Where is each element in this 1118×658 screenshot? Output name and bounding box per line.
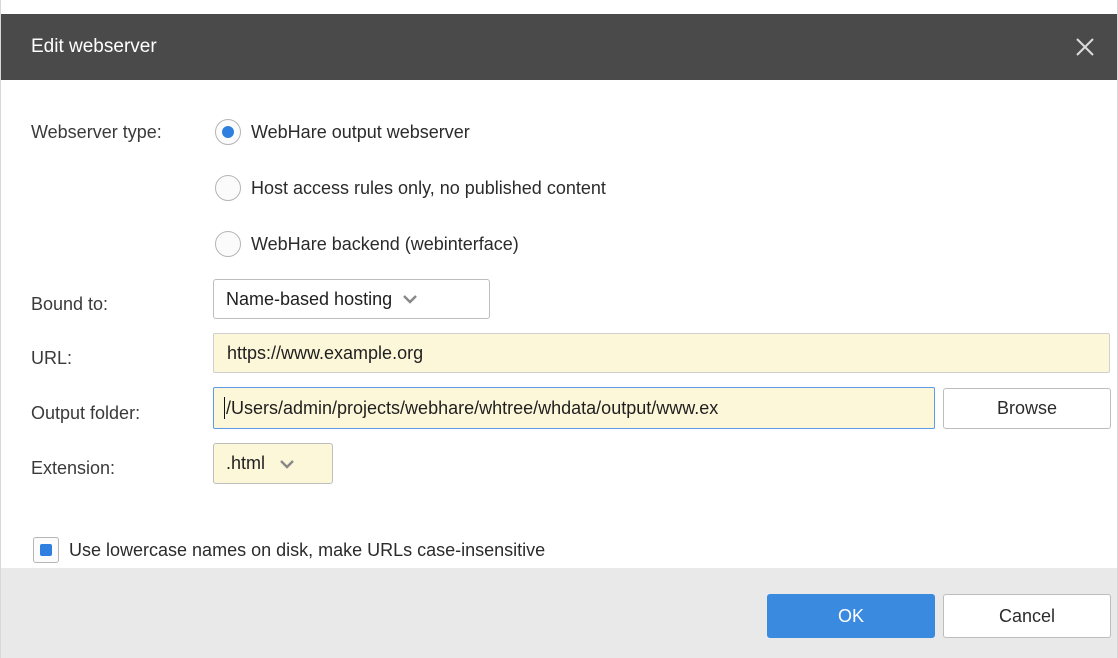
- lowercase-names-label: Use lowercase names on disk, make URLs c…: [69, 539, 546, 560]
- radio-label: Host access rules only, no published con…: [251, 178, 606, 198]
- dialog-title: Edit webserver: [31, 36, 157, 57]
- lowercase-names-option[interactable]: Use lowercase names on disk, make URLs c…: [33, 537, 545, 563]
- ok-button[interactable]: OK: [767, 594, 935, 638]
- radio-label: WebHare backend (webinterface): [251, 234, 519, 254]
- extension-select[interactable]: .html: [213, 443, 333, 484]
- radio-label: WebHare output webserver: [251, 122, 470, 142]
- bound-to-select[interactable]: Name-based hosting: [213, 279, 490, 319]
- close-icon: [1076, 38, 1094, 56]
- text-caret: [224, 397, 225, 419]
- close-button[interactable]: [1067, 29, 1103, 65]
- url-label: URL:: [31, 348, 73, 368]
- chevron-down-icon: [402, 293, 418, 305]
- bound-to-label: Bound to:: [31, 294, 109, 314]
- bound-to-value: Name-based hosting: [226, 288, 393, 309]
- dialog-titlebar: Edit webserver: [1, 14, 1117, 80]
- output-folder-input[interactable]: /Users/admin/projects/webhare/whtree/whd…: [213, 387, 935, 429]
- radio-host-access-rules-only[interactable]: Host access rules only, no published con…: [215, 173, 606, 203]
- dialog-footer: OK Cancel: [1, 568, 1117, 658]
- radio-webhare-backend[interactable]: WebHare backend (webinterface): [215, 229, 519, 259]
- cancel-button[interactable]: Cancel: [943, 594, 1111, 638]
- output-folder-label: Output folder:: [31, 403, 141, 423]
- url-input[interactable]: https://www.example.org: [213, 333, 1110, 373]
- chevron-down-icon: [279, 458, 295, 470]
- radio-button-checked[interactable]: [215, 119, 241, 145]
- edit-webserver-dialog: Edit webserver Webserver type: WebHare o…: [0, 0, 1118, 658]
- radio-button[interactable]: [215, 175, 241, 201]
- output-folder-value: /Users/admin/projects/webhare/whtree/whd…: [226, 397, 719, 418]
- webserver-type-label: Webserver type:: [31, 122, 162, 142]
- radio-button[interactable]: [215, 231, 241, 257]
- extension-value: .html: [226, 453, 266, 473]
- lowercase-names-checkbox[interactable]: [33, 537, 59, 563]
- radio-webhare-output-webserver[interactable]: WebHare output webserver: [215, 117, 470, 147]
- browse-button[interactable]: Browse: [943, 388, 1111, 429]
- extension-label: Extension:: [31, 458, 116, 478]
